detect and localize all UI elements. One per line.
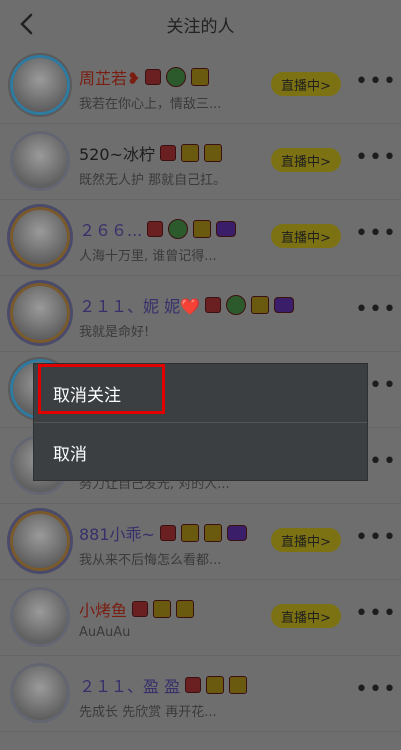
user-name: ２１１、妮 妮❤️ [79, 297, 201, 316]
level-badge-icon [168, 219, 189, 239]
avatar[interactable] [13, 514, 67, 568]
list-item[interactable]: ２６６... 人海十万里, 谁曾记得... 直播中> ••• [0, 200, 401, 276]
user-bio: AuAuAu [79, 625, 131, 640]
level-badge-icon [206, 676, 225, 694]
medal-badge-icon [203, 524, 222, 542]
badge-icon [185, 677, 202, 693]
avatar[interactable] [13, 590, 67, 644]
medal-badge-icon [203, 144, 222, 162]
badge-icon [205, 297, 222, 313]
more-icon[interactable]: ••• [355, 527, 397, 549]
user-bio: 人海十万里, 谁曾记得... [79, 249, 217, 264]
level-badge-icon [180, 524, 199, 542]
user-bio: 我若在你心上，情敌三... [79, 97, 222, 112]
list-item[interactable]: 520~冰柠 既然无人护 那就自己扛。 直播中> ••• [0, 124, 401, 200]
level-badge-icon [153, 600, 172, 618]
user-name: 881小乖~ [79, 525, 155, 544]
medal-badge-icon [251, 296, 270, 314]
user-bio: 我从来不后悔怎么看都... [79, 553, 222, 568]
list-item[interactable]: 周芷若❥ 我若在你心上，情敌三... 直播中> ••• [0, 48, 401, 124]
live-button[interactable]: 直播中> [271, 224, 341, 248]
list-item[interactable]: 881小乖~ 我从来不后悔怎么看都... 直播中> ••• [0, 504, 401, 580]
badge-icon [132, 601, 149, 617]
vip-badge-icon [216, 221, 237, 237]
level-badge-icon [180, 144, 199, 162]
more-icon[interactable]: ••• [355, 679, 397, 701]
medal-badge-icon [191, 68, 210, 86]
live-button[interactable]: 直播中> [271, 72, 341, 96]
medal-badge-icon [193, 220, 212, 238]
live-button[interactable]: 直播中> [271, 604, 341, 628]
badge-icon [159, 145, 176, 161]
avatar[interactable] [13, 666, 67, 720]
badge-icon [147, 221, 164, 237]
cancel-button[interactable]: 取消 [34, 422, 367, 481]
more-icon[interactable]: ••• [355, 223, 397, 245]
more-icon[interactable]: ••• [355, 299, 397, 321]
user-bio: 既然无人护 那就自己扛。 [79, 173, 227, 188]
medal-badge-icon [176, 600, 195, 618]
user-name: ２１１、盈 盈 [79, 677, 181, 696]
avatar[interactable] [13, 58, 67, 112]
vip-badge-icon [274, 297, 295, 313]
live-button[interactable]: 直播中> [271, 528, 341, 552]
list-item[interactable]: 小烤鱼 AuAuAu 直播中> ••• [0, 580, 401, 656]
vip-badge-icon [226, 525, 247, 541]
list-item[interactable]: ２１１、妮 妮❤️ 我就是命好! ••• [0, 276, 401, 352]
more-icon[interactable]: ••• [355, 71, 397, 93]
avatar[interactable] [13, 210, 67, 264]
user-name: ２６６... [79, 221, 143, 240]
user-name: 周芷若❥ [79, 69, 141, 88]
avatar[interactable] [13, 286, 67, 340]
user-bio: 我就是命好! [79, 325, 150, 340]
list-item[interactable]: ２１１、盈 盈 先成长 先欣赏 再开花... ••• [0, 656, 401, 732]
badge-icon [159, 525, 176, 541]
live-button[interactable]: 直播中> [271, 148, 341, 172]
level-badge-icon [226, 295, 247, 315]
page-title: 关注的人 [166, 16, 235, 37]
avatar[interactable] [13, 134, 67, 188]
user-name: 520~冰柠 [79, 145, 155, 164]
medal-badge-icon [229, 676, 248, 694]
selection-highlight [38, 364, 165, 414]
badge-icon [145, 69, 162, 85]
user-name: 小烤鱼 [79, 601, 128, 620]
back-arrow-icon[interactable] [16, 12, 38, 36]
user-bio: 先成长 先欣赏 再开花... [79, 705, 217, 720]
more-icon[interactable]: ••• [355, 147, 397, 169]
top-bar: 关注的人 [0, 0, 401, 48]
more-icon[interactable]: ••• [355, 603, 397, 625]
level-badge-icon [166, 67, 187, 87]
